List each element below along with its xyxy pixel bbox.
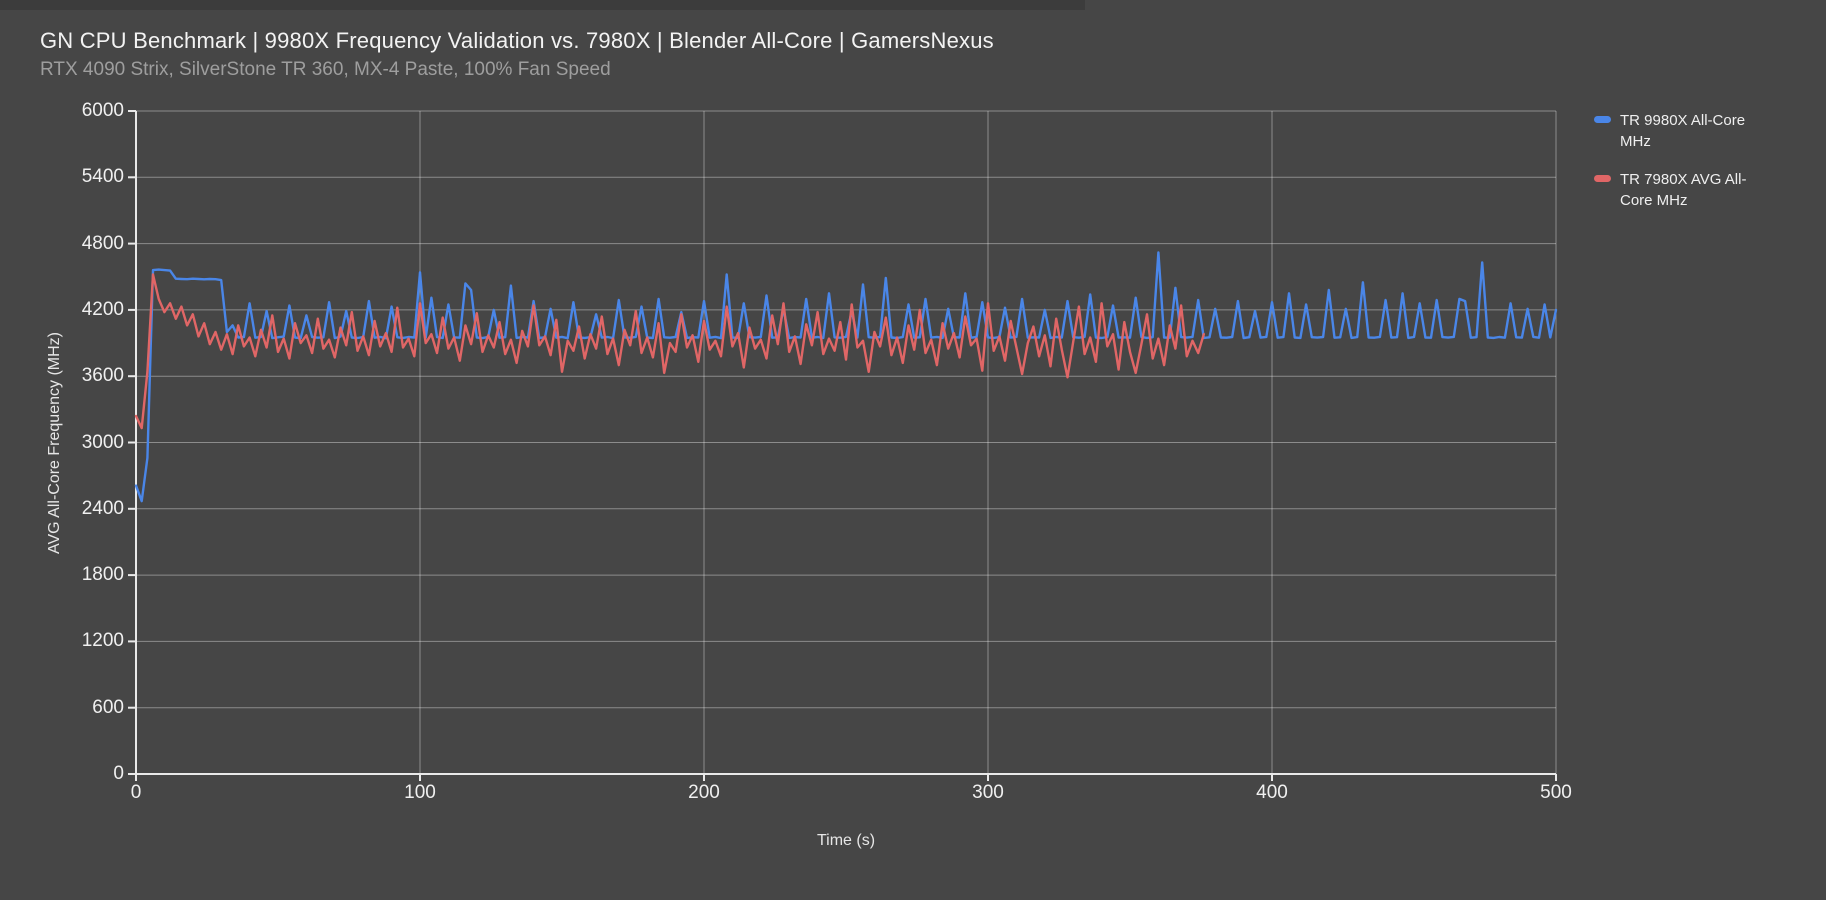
x-tick-label: 0 bbox=[96, 782, 176, 804]
y-tick-label: 3000 bbox=[38, 432, 124, 454]
y-tick-label: 2400 bbox=[38, 498, 124, 520]
x-tick-label: 300 bbox=[948, 782, 1028, 804]
x-tick-label: 100 bbox=[380, 782, 460, 804]
legend-label: TR 9980X All-Core MHz bbox=[1620, 110, 1754, 152]
page: GN CPU Benchmark | 9980X Frequency Valid… bbox=[0, 0, 1826, 900]
y-tick-label: 3600 bbox=[38, 365, 124, 387]
y-tick-label: 1800 bbox=[38, 564, 124, 586]
legend-item-1: TR 7980X AVG All-Core MHz bbox=[1594, 169, 1754, 211]
legend-swatch-icon bbox=[1594, 116, 1611, 123]
y-tick-label: 6000 bbox=[38, 100, 124, 122]
legend-label: TR 7980X AVG All-Core MHz bbox=[1620, 169, 1754, 211]
x-tick-label: 200 bbox=[664, 782, 744, 804]
y-tick-label: 4200 bbox=[38, 299, 124, 321]
legend-item-0: TR 9980X All-Core MHz bbox=[1594, 110, 1754, 152]
plot-area bbox=[0, 0, 1826, 900]
y-tick-label: 1200 bbox=[38, 630, 124, 652]
x-axis-title: Time (s) bbox=[817, 832, 875, 850]
y-tick-label: 5400 bbox=[38, 166, 124, 188]
series-line-0 bbox=[136, 252, 1556, 501]
y-tick-label: 600 bbox=[38, 697, 124, 719]
x-tick-label: 500 bbox=[1516, 782, 1596, 804]
x-tick-label: 400 bbox=[1232, 782, 1312, 804]
y-tick-label: 4800 bbox=[38, 233, 124, 255]
legend-swatch-icon bbox=[1594, 175, 1611, 182]
legend: TR 9980X All-Core MHz TR 7980X AVG All-Co… bbox=[1594, 110, 1754, 228]
series-line-1 bbox=[136, 275, 1204, 429]
